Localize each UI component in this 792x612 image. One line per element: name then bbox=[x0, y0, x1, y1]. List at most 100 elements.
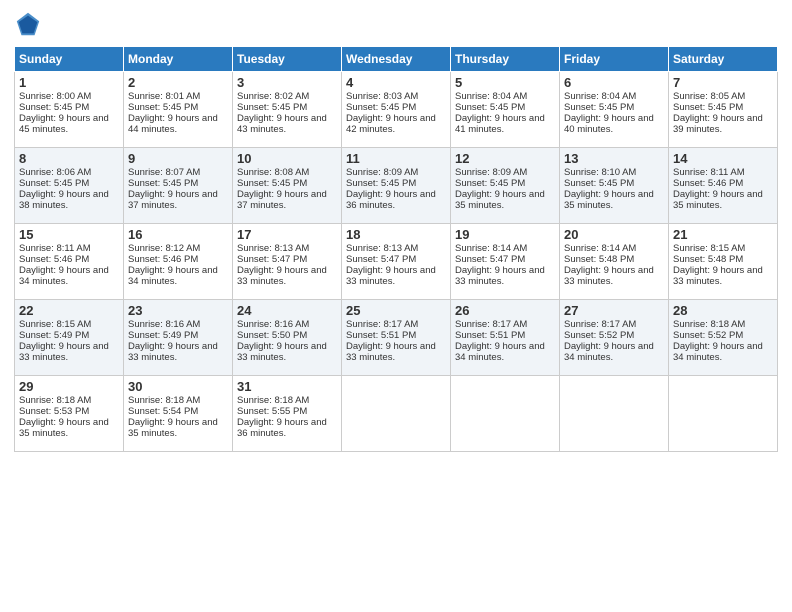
sunset: Sunset: 5:46 PM bbox=[19, 254, 89, 265]
daylight: Daylight: 9 hours and 34 minutes. bbox=[564, 341, 654, 363]
daylight: Daylight: 9 hours and 35 minutes. bbox=[455, 189, 545, 211]
day-number: 1 bbox=[19, 75, 119, 90]
calendar-cell: 18Sunrise: 8:13 AMSunset: 5:47 PMDayligh… bbox=[342, 224, 451, 300]
calendar-cell: 2Sunrise: 8:01 AMSunset: 5:45 PMDaylight… bbox=[124, 72, 233, 148]
sunset: Sunset: 5:47 PM bbox=[455, 254, 525, 265]
day-number: 11 bbox=[346, 151, 446, 166]
day-number: 16 bbox=[128, 227, 228, 242]
day-number: 3 bbox=[237, 75, 337, 90]
daylight: Daylight: 9 hours and 33 minutes. bbox=[455, 265, 545, 287]
daylight: Daylight: 9 hours and 41 minutes. bbox=[455, 113, 545, 135]
day-number: 31 bbox=[237, 379, 337, 394]
daylight: Daylight: 9 hours and 40 minutes. bbox=[564, 113, 654, 135]
daylight: Daylight: 9 hours and 39 minutes. bbox=[673, 113, 763, 135]
sunrise: Sunrise: 8:18 AM bbox=[128, 395, 200, 406]
calendar-cell: 15Sunrise: 8:11 AMSunset: 5:46 PMDayligh… bbox=[15, 224, 124, 300]
day-number: 14 bbox=[673, 151, 773, 166]
day-number: 12 bbox=[455, 151, 555, 166]
calendar-cell: 24Sunrise: 8:16 AMSunset: 5:50 PMDayligh… bbox=[233, 300, 342, 376]
sunrise: Sunrise: 8:14 AM bbox=[564, 243, 636, 254]
sunset: Sunset: 5:45 PM bbox=[237, 178, 307, 189]
calendar-cell: 16Sunrise: 8:12 AMSunset: 5:46 PMDayligh… bbox=[124, 224, 233, 300]
sunrise: Sunrise: 8:03 AM bbox=[346, 91, 418, 102]
daylight: Daylight: 9 hours and 43 minutes. bbox=[237, 113, 327, 135]
sunset: Sunset: 5:45 PM bbox=[237, 102, 307, 113]
sunrise: Sunrise: 8:16 AM bbox=[128, 319, 200, 330]
calendar-cell: 5Sunrise: 8:04 AMSunset: 5:45 PMDaylight… bbox=[451, 72, 560, 148]
page-container: SundayMondayTuesdayWednesdayThursdayFrid… bbox=[0, 0, 792, 462]
sunrise: Sunrise: 8:00 AM bbox=[19, 91, 91, 102]
calendar-cell: 22Sunrise: 8:15 AMSunset: 5:49 PMDayligh… bbox=[15, 300, 124, 376]
day-number: 7 bbox=[673, 75, 773, 90]
day-number: 23 bbox=[128, 303, 228, 318]
calendar-cell: 17Sunrise: 8:13 AMSunset: 5:47 PMDayligh… bbox=[233, 224, 342, 300]
calendar-cell: 8Sunrise: 8:06 AMSunset: 5:45 PMDaylight… bbox=[15, 148, 124, 224]
header-row: SundayMondayTuesdayWednesdayThursdayFrid… bbox=[15, 47, 778, 72]
daylight: Daylight: 9 hours and 33 minutes. bbox=[237, 265, 327, 287]
calendar-cell: 12Sunrise: 8:09 AMSunset: 5:45 PMDayligh… bbox=[451, 148, 560, 224]
calendar-cell: 26Sunrise: 8:17 AMSunset: 5:51 PMDayligh… bbox=[451, 300, 560, 376]
daylight: Daylight: 9 hours and 33 minutes. bbox=[237, 341, 327, 363]
daylight: Daylight: 9 hours and 35 minutes. bbox=[128, 417, 218, 439]
day-number: 5 bbox=[455, 75, 555, 90]
day-number: 9 bbox=[128, 151, 228, 166]
calendar-cell: 31Sunrise: 8:18 AMSunset: 5:55 PMDayligh… bbox=[233, 376, 342, 452]
sunrise: Sunrise: 8:12 AM bbox=[128, 243, 200, 254]
day-number: 6 bbox=[564, 75, 664, 90]
sunset: Sunset: 5:51 PM bbox=[346, 330, 416, 341]
sunrise: Sunrise: 8:11 AM bbox=[19, 243, 91, 254]
day-number: 27 bbox=[564, 303, 664, 318]
sunrise: Sunrise: 8:17 AM bbox=[455, 319, 527, 330]
sunrise: Sunrise: 8:13 AM bbox=[237, 243, 309, 254]
day-number: 20 bbox=[564, 227, 664, 242]
daylight: Daylight: 9 hours and 33 minutes. bbox=[346, 341, 436, 363]
daylight: Daylight: 9 hours and 45 minutes. bbox=[19, 113, 109, 135]
sunset: Sunset: 5:46 PM bbox=[128, 254, 198, 265]
day-header-tuesday: Tuesday bbox=[233, 47, 342, 72]
header bbox=[14, 10, 778, 38]
day-number: 22 bbox=[19, 303, 119, 318]
day-number: 18 bbox=[346, 227, 446, 242]
sunrise: Sunrise: 8:10 AM bbox=[564, 167, 636, 178]
sunset: Sunset: 5:50 PM bbox=[237, 330, 307, 341]
sunset: Sunset: 5:45 PM bbox=[455, 178, 525, 189]
daylight: Daylight: 9 hours and 33 minutes. bbox=[564, 265, 654, 287]
daylight: Daylight: 9 hours and 36 minutes. bbox=[346, 189, 436, 211]
calendar-week-4: 22Sunrise: 8:15 AMSunset: 5:49 PM Dayligh… bbox=[15, 300, 778, 376]
sunrise: Sunrise: 8:18 AM bbox=[237, 395, 309, 406]
calendar-cell bbox=[342, 376, 451, 452]
daylight: Daylight: 9 hours and 34 minutes. bbox=[455, 341, 545, 363]
calendar-cell: 9Sunrise: 8:07 AMSunset: 5:45 PMDaylight… bbox=[124, 148, 233, 224]
sunrise: Sunrise: 8:13 AM bbox=[346, 243, 418, 254]
calendar-cell: 4Sunrise: 8:03 AMSunset: 5:45 PMDaylight… bbox=[342, 72, 451, 148]
calendar-cell: 19Sunrise: 8:14 AMSunset: 5:47 PMDayligh… bbox=[451, 224, 560, 300]
calendar-cell: 6Sunrise: 8:04 AMSunset: 5:45 PMDaylight… bbox=[560, 72, 669, 148]
sunset: Sunset: 5:45 PM bbox=[564, 178, 634, 189]
day-header-saturday: Saturday bbox=[669, 47, 778, 72]
logo-icon bbox=[14, 10, 42, 38]
day-number: 17 bbox=[237, 227, 337, 242]
sunrise: Sunrise: 8:17 AM bbox=[564, 319, 636, 330]
daylight: Daylight: 9 hours and 44 minutes. bbox=[128, 113, 218, 135]
sunrise: Sunrise: 8:04 AM bbox=[564, 91, 636, 102]
day-number: 24 bbox=[237, 303, 337, 318]
daylight: Daylight: 9 hours and 42 minutes. bbox=[346, 113, 436, 135]
sunrise: Sunrise: 8:15 AM bbox=[19, 319, 91, 330]
day-number: 28 bbox=[673, 303, 773, 318]
sunset: Sunset: 5:48 PM bbox=[673, 254, 743, 265]
sunset: Sunset: 5:49 PM bbox=[19, 330, 89, 341]
sunrise: Sunrise: 8:15 AM bbox=[673, 243, 745, 254]
sunset: Sunset: 5:45 PM bbox=[346, 178, 416, 189]
calendar-cell: 14Sunrise: 8:11 AMSunset: 5:46 PMDayligh… bbox=[669, 148, 778, 224]
sunrise: Sunrise: 8:16 AM bbox=[237, 319, 309, 330]
day-number: 29 bbox=[19, 379, 119, 394]
sunrise: Sunrise: 8:02 AM bbox=[237, 91, 309, 102]
sunrise: Sunrise: 8:09 AM bbox=[455, 167, 527, 178]
sunset: Sunset: 5:46 PM bbox=[673, 178, 743, 189]
sunset: Sunset: 5:45 PM bbox=[346, 102, 416, 113]
day-header-friday: Friday bbox=[560, 47, 669, 72]
calendar-cell: 1Sunrise: 8:00 AMSunset: 5:45 PMDaylight… bbox=[15, 72, 124, 148]
daylight: Daylight: 9 hours and 36 minutes. bbox=[237, 417, 327, 439]
daylight: Daylight: 9 hours and 34 minutes. bbox=[19, 265, 109, 287]
sunrise: Sunrise: 8:05 AM bbox=[673, 91, 745, 102]
